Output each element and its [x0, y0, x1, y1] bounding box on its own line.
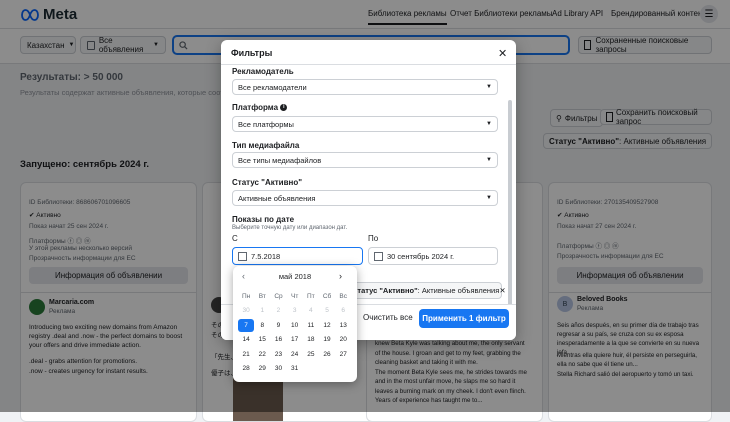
- status-label: Статус "Активно": [232, 178, 303, 187]
- calendar-day[interactable]: 22: [254, 348, 270, 361]
- start-date-value: 7.5.2018: [251, 251, 281, 261]
- end-date-value: 30 сентябрь 2024 г.: [387, 251, 455, 261]
- modal-scrollbar[interactable]: [508, 100, 512, 315]
- calendar-day-selected[interactable]: 7: [238, 319, 255, 332]
- advertiser-select[interactable]: Все рекламодатели ▼: [232, 79, 498, 95]
- status-value: Активные объявления: [238, 193, 316, 203]
- close-icon[interactable]: ✕: [498, 47, 507, 60]
- media-type-label: Тип медиафайла: [232, 141, 300, 150]
- platform-value: Все платформы: [238, 119, 294, 129]
- impressions-hint: Выберите точную дату или диапазон дат.: [232, 225, 348, 231]
- calendar-day[interactable]: 16: [270, 334, 286, 347]
- impressions-label: Показы по дате: [232, 215, 295, 224]
- weekday-label: Пт: [307, 292, 315, 300]
- calendar-day[interactable]: 15: [254, 334, 270, 347]
- calendar-day[interactable]: 27: [335, 348, 351, 361]
- calendar-day[interactable]: 3: [287, 305, 303, 318]
- chevron-right-icon[interactable]: ›: [339, 271, 342, 281]
- weekday-label: Чт: [291, 292, 299, 300]
- chevron-down-icon: ▼: [486, 84, 492, 90]
- calendar-day[interactable]: 13: [335, 319, 351, 332]
- chevron-down-icon: ▼: [486, 121, 492, 127]
- calendar-day[interactable]: 12: [319, 319, 335, 332]
- clear-all-button[interactable]: Очистить все: [363, 313, 413, 322]
- weekday-label: Сб: [322, 292, 332, 300]
- calendar-day[interactable]: 14: [238, 334, 254, 347]
- calendar-day[interactable]: 17: [287, 334, 303, 347]
- start-date-input[interactable]: 7.5.2018: [232, 247, 363, 265]
- calendar-day[interactable]: 28: [238, 363, 254, 376]
- calendar-icon: [374, 251, 383, 261]
- chevron-down-icon: ▼: [486, 195, 492, 201]
- calendar-day[interactable]: 6: [335, 305, 351, 318]
- calendar-day[interactable]: 2: [270, 305, 286, 318]
- from-label: С: [232, 234, 238, 243]
- chip-value: : Активные объявления: [417, 286, 500, 295]
- status-select[interactable]: Активные объявления ▼: [232, 190, 498, 206]
- info-icon[interactable]: i: [280, 104, 288, 112]
- media-type-value: Все типы медиафайлов: [238, 155, 322, 165]
- calendar-day[interactable]: 1: [254, 305, 270, 318]
- apply-filters-button[interactable]: Применить 1 фильтр: [419, 309, 509, 328]
- platform-label: Платформа i: [232, 103, 288, 112]
- date-picker: ‹ май 2018 › Пн Вт Ср Чт Пт Сб Вс 30 1 2 3 4 5 6 7 8 9 10…: [233, 266, 357, 382]
- end-date-input[interactable]: 30 сентябрь 2024 г.: [368, 247, 498, 265]
- calendar-day[interactable]: 21: [238, 348, 254, 361]
- calendar-grid: Пн Вт Ср Чт Пт Сб Вс 30 1 2 3 4 5 6 7 8 9 10 11 12 13 14 15 16 1…: [238, 290, 352, 375]
- applied-filter-chip[interactable]: Статус "Активно" : Активные объявления ✕: [346, 282, 506, 299]
- calendar-day[interactable]: 29: [254, 363, 270, 376]
- calendar-icon: [238, 251, 247, 261]
- weekday-label: Пн: [241, 292, 251, 300]
- calendar-day[interactable]: 30: [270, 363, 286, 376]
- calendar-day[interactable]: 9: [270, 319, 286, 332]
- calendar-day[interactable]: 31: [287, 363, 303, 376]
- chip-bold: Статус "Активно": [352, 286, 418, 295]
- advertiser-label: Рекламодатель: [232, 67, 294, 76]
- close-icon[interactable]: ✕: [499, 286, 505, 295]
- calendar-day[interactable]: 10: [287, 319, 303, 332]
- modal-title: Фильтры: [231, 48, 273, 58]
- advertiser-value: Все рекламодатели: [238, 82, 307, 92]
- platform-select[interactable]: Все платформы ▼: [232, 116, 498, 132]
- weekday-label: Ср: [274, 292, 283, 300]
- calendar-day[interactable]: 24: [287, 348, 303, 361]
- calendar-day[interactable]: 20: [335, 334, 351, 347]
- calendar-day[interactable]: 5: [319, 305, 335, 318]
- platform-label-text: Платформа: [232, 103, 279, 112]
- calendar-day[interactable]: 19: [319, 334, 335, 347]
- calendar-day[interactable]: 8: [254, 319, 270, 332]
- calendar-day[interactable]: 26: [319, 348, 335, 361]
- calendar-day[interactable]: 25: [303, 348, 319, 361]
- calendar-day[interactable]: 11: [303, 319, 319, 332]
- media-type-select[interactable]: Все типы медиафайлов ▼: [232, 152, 498, 168]
- weekday-label: Вт: [258, 292, 266, 300]
- calendar-day-prev-month[interactable]: 30: [238, 305, 254, 318]
- weekday-label: Вс: [339, 292, 348, 300]
- calendar-day[interactable]: 4: [303, 305, 319, 318]
- calendar-day[interactable]: 18: [303, 334, 319, 347]
- to-label: По: [368, 234, 379, 243]
- calendar-day[interactable]: 23: [270, 348, 286, 361]
- chevron-down-icon: ▼: [486, 157, 492, 163]
